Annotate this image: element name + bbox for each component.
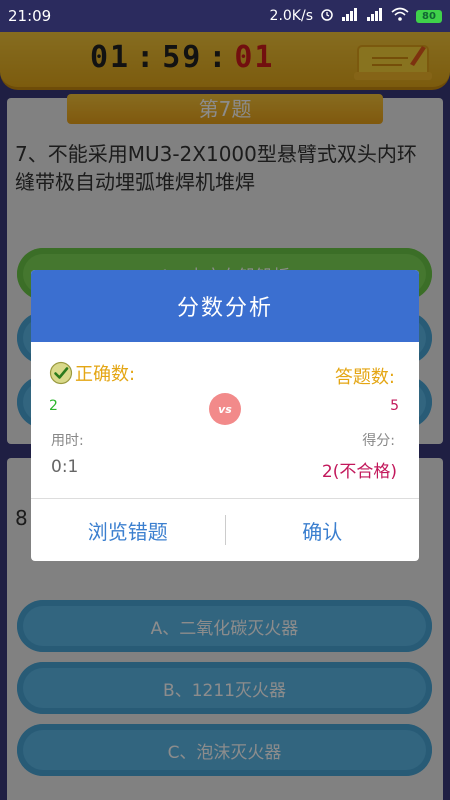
score-analysis-dialog: 分数分析 正确数: 答题数: 2 vs 5 用时: 得分: 0:1 2(不合格)… <box>31 270 419 561</box>
answered-count: 5 <box>390 398 399 414</box>
status-bar: 21:09 2.0K/s 80 <box>0 0 450 32</box>
dialog-footer: 浏览错题 确认 <box>31 498 419 561</box>
status-time: 21:09 <box>8 7 52 25</box>
signal-icon-2 <box>366 7 384 25</box>
score-value: 2(不合格) <box>321 462 397 482</box>
check-icon <box>49 361 73 385</box>
correct-count: 2 <box>49 398 58 414</box>
correct-label-group: 正确数: <box>49 360 135 386</box>
wifi-icon <box>391 7 409 25</box>
review-wrong-button[interactable]: 浏览错题 <box>31 499 225 561</box>
network-speed: 2.0K/s <box>269 8 313 24</box>
confirm-button[interactable]: 确认 <box>226 499 420 561</box>
battery-icon: 80 <box>416 9 442 23</box>
signal-icon <box>341 7 359 25</box>
dialog-title: 分数分析 <box>31 270 419 342</box>
status-right-group: 2.0K/s 80 <box>270 7 442 25</box>
score-label: 得分: <box>362 433 395 449</box>
vs-badge: vs <box>209 393 241 425</box>
alarm-icon <box>320 7 334 25</box>
answered-label: 答题数: <box>334 367 395 388</box>
time-value: 0:1 <box>51 457 79 477</box>
time-label: 用时: <box>51 433 84 449</box>
correct-label: 正确数: <box>75 364 136 385</box>
